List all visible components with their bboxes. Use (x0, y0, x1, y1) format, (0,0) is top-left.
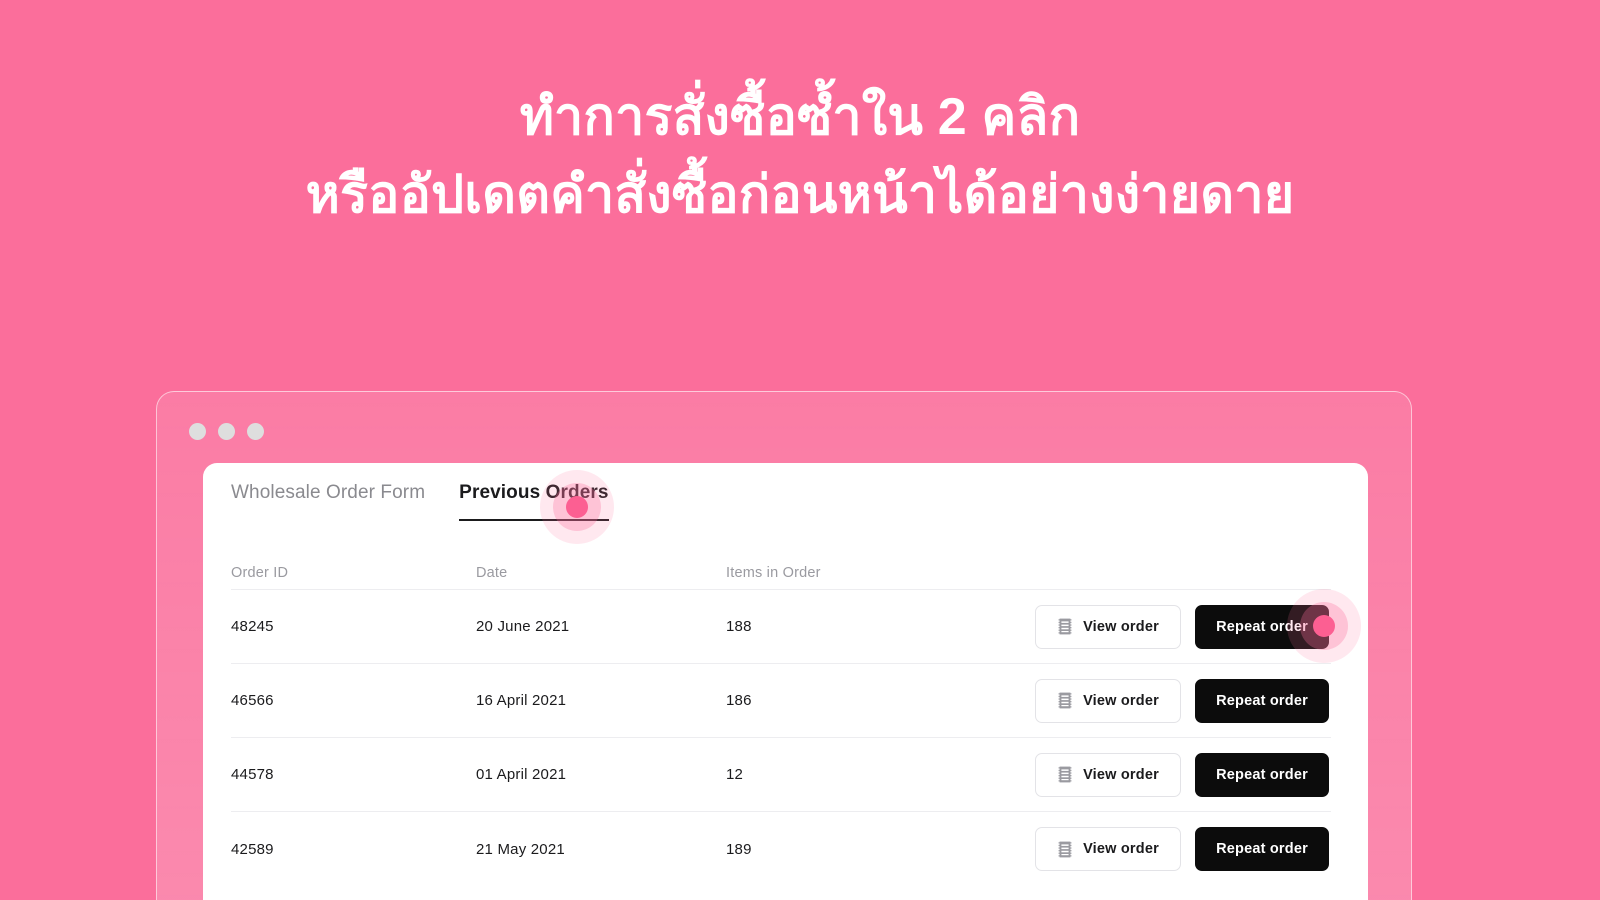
hero-line-2: หรืออัปเดตคำสั่งซื้อก่อนหน้าได้อย่างง่าย… (305, 166, 1295, 224)
table-row: 46566 16 April 2021 186 View order Repea… (231, 664, 1331, 738)
repeat-order-button[interactable]: Repeat order (1195, 604, 1329, 649)
cell-items-in-order: 186 (726, 692, 752, 709)
cell-order-id: 44578 (231, 766, 274, 783)
hero-line-1: ทำการสั่งซื้อซ้ำใน 2 คลิก (519, 88, 1081, 146)
cell-date: 01 April 2021 (476, 766, 567, 783)
row-actions: View order Repeat order (1031, 678, 1331, 723)
view-order-button[interactable]: View order (1035, 678, 1181, 723)
row-actions: View order Repeat order (1031, 604, 1331, 649)
window-maximize-dot[interactable] (247, 423, 264, 440)
repeat-order-label: Repeat order (1216, 841, 1308, 857)
table-row: 42589 21 May 2021 189 View order Repeat … (231, 812, 1331, 886)
view-order-label: View order (1083, 766, 1159, 783)
table-row: 48245 20 June 2021 188 View order Repeat… (231, 590, 1331, 664)
repeat-order-button[interactable]: Repeat order (1195, 678, 1329, 723)
tab-previous-orders[interactable]: Previous Orders (459, 481, 609, 521)
cell-order-id: 46566 (231, 692, 274, 709)
cell-items-in-order: 189 (726, 840, 752, 858)
tab-wholesale-order-form[interactable]: Wholesale Order Form (231, 481, 425, 519)
column-header-items-in-order: Items in Order (726, 564, 821, 581)
view-order-button[interactable]: View order (1035, 827, 1181, 871)
row-actions: View order Repeat order (1031, 827, 1331, 871)
window-close-dot[interactable] (189, 423, 206, 440)
repeat-order-button[interactable]: Repeat order (1195, 752, 1329, 797)
cell-order-id: 48245 (231, 618, 274, 635)
receipt-icon (1058, 692, 1072, 709)
table-header-row: Order ID Date Items in Order (231, 556, 1331, 590)
cell-items-in-order: 188 (726, 618, 752, 635)
cell-date: 21 May 2021 (476, 840, 565, 858)
cell-order-id: 42589 (231, 840, 274, 858)
tab-bar: Wholesale Order Form Previous Orders (231, 481, 609, 521)
row-actions: View order Repeat order (1031, 752, 1331, 797)
cell-items-in-order: 12 (726, 766, 744, 783)
view-order-label: View order (1083, 692, 1159, 709)
orders-table: Order ID Date Items in Order 48245 20 Ju… (231, 556, 1331, 886)
app-card: Wholesale Order Form Previous Orders Ord… (203, 463, 1368, 900)
table-row: 44578 01 April 2021 12 View order Repeat… (231, 738, 1331, 812)
repeat-order-label: Repeat order (1216, 618, 1308, 635)
repeat-order-label: Repeat order (1216, 766, 1308, 783)
view-order-label: View order (1083, 618, 1159, 635)
repeat-order-button[interactable]: Repeat order (1195, 827, 1329, 871)
view-order-button[interactable]: View order (1035, 604, 1181, 649)
receipt-icon (1058, 618, 1072, 635)
column-header-date: Date (476, 564, 508, 581)
window-controls (189, 423, 264, 440)
hero-heading: ทำการสั่งซื้อซ้ำใน 2 คลิก หรืออัปเดตคำสั… (0, 78, 1600, 234)
column-header-order-id: Order ID (231, 564, 289, 581)
view-order-label: View order (1083, 841, 1159, 857)
window-minimize-dot[interactable] (218, 423, 235, 440)
receipt-icon (1058, 841, 1072, 857)
cell-date: 20 June 2021 (476, 618, 570, 635)
repeat-order-label: Repeat order (1216, 692, 1308, 709)
cell-date: 16 April 2021 (476, 692, 567, 709)
view-order-button[interactable]: View order (1035, 752, 1181, 797)
receipt-icon (1058, 766, 1072, 783)
